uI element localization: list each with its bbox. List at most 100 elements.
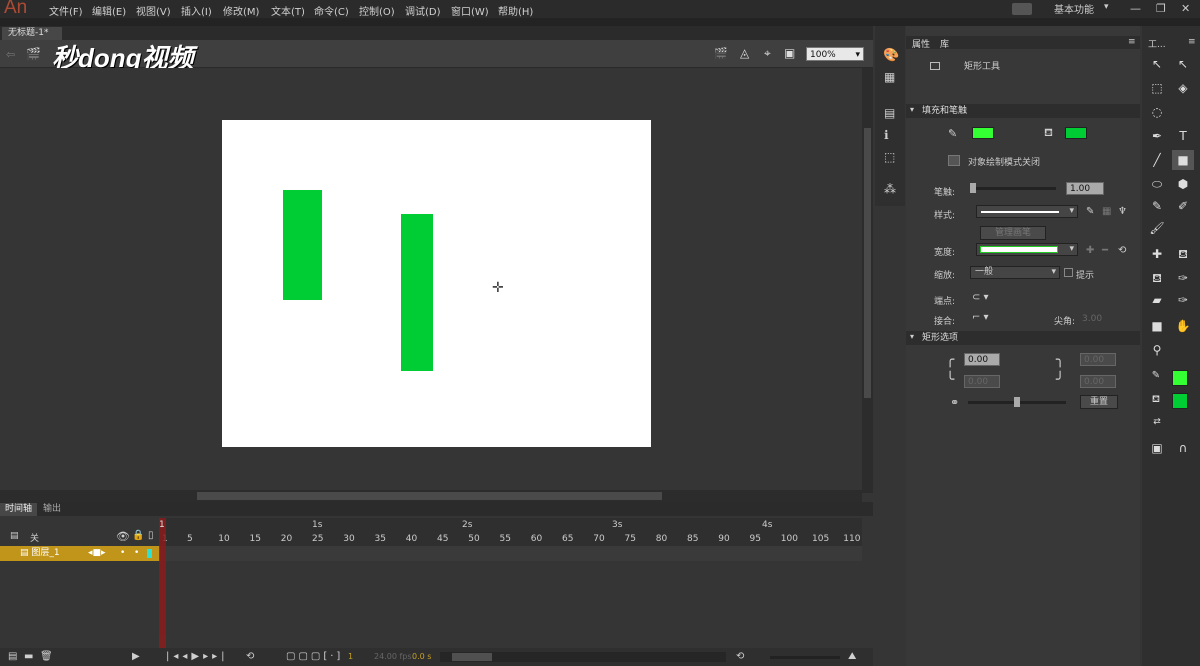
eye-icon[interactable]: 👁 xyxy=(116,530,130,543)
paint-bucket-tool-icon[interactable]: ⛾ xyxy=(1172,244,1194,264)
manage-brushes-button[interactable]: 管理画笔 xyxy=(980,226,1046,240)
loop-icon[interactable]: ⟲ xyxy=(246,651,254,662)
collapse-arrow-icon[interactable]: ▾ xyxy=(910,332,914,341)
zoom-select[interactable]: 100% ▾ xyxy=(806,47,864,61)
stroke-style-select[interactable]: ▾ xyxy=(976,205,1078,218)
paint-brush-icon[interactable]: ♆ xyxy=(1118,206,1127,217)
eyedropper-tool-icon[interactable]: ✑ xyxy=(1172,268,1194,288)
tab-output[interactable]: 输出 xyxy=(38,503,66,516)
reset-width-icon[interactable]: ⟲ xyxy=(1118,245,1126,256)
menu-help[interactable]: 帮助(H) xyxy=(498,3,533,18)
onion-skin-icons[interactable]: ▢▢▢[·] xyxy=(286,651,343,662)
menu-file[interactable]: 文件(F) xyxy=(49,3,83,18)
edit-stroke-style-icon[interactable]: ✎ xyxy=(1086,206,1094,217)
layer-name[interactable]: 图层_1 xyxy=(31,548,59,558)
scale-select[interactable]: 一般 ▾ xyxy=(970,266,1060,279)
info-icon[interactable]: ℹ xyxy=(884,128,889,142)
width-profile-select[interactable]: ▾ xyxy=(976,243,1078,256)
eraser-tool-icon[interactable]: ▰ xyxy=(1146,290,1168,310)
pencil-tool-icon[interactable]: ✎ xyxy=(1146,196,1168,216)
scroll-thumb[interactable] xyxy=(452,653,492,661)
rect-options-section[interactable]: 矩形选项 xyxy=(906,331,1140,345)
menu-insert[interactable]: 插入(I) xyxy=(181,3,212,18)
free-transform-tool-icon[interactable]: ⬚ xyxy=(1146,78,1168,98)
brush-tool-icon[interactable]: ✐ xyxy=(1172,196,1194,216)
new-folder-icon[interactable]: ▬ xyxy=(24,651,33,662)
hand-tool-icon[interactable]: ✋ xyxy=(1172,316,1194,336)
menu-window[interactable]: 窗口(W) xyxy=(451,3,489,18)
join-select-icon[interactable]: ⌐ ▾ xyxy=(972,312,989,323)
green-rectangle[interactable] xyxy=(401,214,433,371)
rectangle-tool-icon[interactable]: ■ xyxy=(1172,150,1194,170)
panel-menu-icon[interactable]: ≡ xyxy=(1188,37,1196,47)
stroke-color-swatch[interactable] xyxy=(1172,370,1188,386)
edit-scene-icon[interactable]: 🎬 xyxy=(714,47,728,60)
tab-timeline[interactable]: 时间轴 xyxy=(0,503,38,516)
zoom-tool-icon[interactable]: ⚲ xyxy=(1146,340,1168,360)
brush-library-icon[interactable]: ▦ xyxy=(1102,206,1111,217)
subselection-tool-icon[interactable]: ↖ xyxy=(1172,54,1194,74)
color-palette-icon[interactable]: 🎨 xyxy=(883,48,899,63)
align-icon[interactable]: ▤ xyxy=(884,106,895,120)
collapse-arrow-icon[interactable]: ▾ xyxy=(910,105,914,114)
lock-icon[interactable]: 🔒 xyxy=(132,530,144,541)
stroke-slider[interactable] xyxy=(970,183,1056,193)
tab-properties[interactable]: 属性 xyxy=(912,37,930,50)
menu-edit[interactable]: 编辑(E) xyxy=(92,3,126,18)
workspace-switcher[interactable]: 基本功能 xyxy=(1054,1,1094,16)
maximize-button[interactable]: ❐ xyxy=(1156,2,1166,15)
ink-bottle-tool-icon[interactable]: ⛾ xyxy=(1146,268,1168,288)
menu-modify[interactable]: 修改(M) xyxy=(223,3,259,18)
corner-radius-tl[interactable]: 0.00 xyxy=(964,353,1000,366)
snap-icon[interactable]: ▣ xyxy=(1146,438,1168,458)
new-layer-icon[interactable]: ▤ xyxy=(8,651,17,662)
center-stage-icon[interactable]: ⌖ xyxy=(764,46,771,61)
link-icon[interactable]: ⚭ xyxy=(950,396,959,409)
frame-row[interactable] xyxy=(160,546,862,561)
playhead[interactable]: 1 xyxy=(159,518,166,664)
add-width-icon[interactable]: ✚ xyxy=(1086,245,1094,256)
edit-symbols-icon[interactable]: ◬ xyxy=(740,46,749,60)
visibility-dot[interactable]: • xyxy=(120,546,125,561)
lasso-tool-icon[interactable]: ◌ xyxy=(1146,102,1168,122)
time-value[interactable]: 0.0 s xyxy=(412,652,431,661)
hint-checkbox[interactable] xyxy=(1064,268,1073,277)
lock-dot[interactable]: • xyxy=(134,546,139,561)
fill-color-swatch[interactable] xyxy=(1065,127,1087,139)
scroll-thumb[interactable] xyxy=(197,492,662,500)
menu-text[interactable]: 文本(T) xyxy=(271,3,305,18)
layer-row[interactable]: ▤ 图层_1 ◂■▸ • • xyxy=(0,546,160,561)
layer-color-swatch[interactable] xyxy=(147,549,152,558)
slider-handle[interactable] xyxy=(970,183,976,193)
slider-handle[interactable] xyxy=(1014,397,1020,407)
outline-icon[interactable]: ▯ xyxy=(148,530,154,541)
keyframe-nav-icon[interactable]: ◂■▸ xyxy=(88,546,106,561)
camera-tool-icon[interactable]: ■ xyxy=(1146,316,1168,336)
scroll-thumb[interactable] xyxy=(864,128,871,398)
swatches-icon[interactable]: ▦ xyxy=(884,70,895,84)
stage[interactable]: ✛ xyxy=(222,120,651,447)
width-tool-icon[interactable]: ✑ xyxy=(1172,290,1194,310)
delete-layer-icon[interactable]: 🗑 xyxy=(40,651,53,662)
chevron-down-icon[interactable]: ▾ xyxy=(1104,2,1109,12)
swap-colors-icon[interactable]: ⇄ xyxy=(1146,412,1168,432)
frame-ruler[interactable]: 1510152025303540455055606570758085909510… xyxy=(160,518,862,546)
cap-select-icon[interactable]: ⊂ ▾ xyxy=(972,292,989,303)
line-tool-icon[interactable]: ╱ xyxy=(1146,150,1168,170)
remove-width-icon[interactable]: ━ xyxy=(1102,245,1108,256)
camera-icon[interactable]: ▶ xyxy=(132,651,140,662)
pen-tool-icon[interactable]: ✒ xyxy=(1146,126,1168,146)
playback-controls[interactable]: |◂◂▶▸▸| xyxy=(166,651,229,662)
3d-rotation-tool-icon[interactable]: ◈ xyxy=(1172,78,1194,98)
vertical-scrollbar[interactable] xyxy=(862,68,873,493)
back-arrow-icon[interactable]: ⇦ xyxy=(6,48,15,61)
stroke-input[interactable]: 1.00 xyxy=(1066,182,1104,195)
fill-stroke-section[interactable]: 填充和笔触 xyxy=(906,104,1140,118)
polystar-tool-icon[interactable]: ⬢ xyxy=(1172,174,1194,194)
refresh-icon[interactable]: ⟲ xyxy=(736,651,744,662)
fps-value[interactable]: 24.00 fps xyxy=(374,652,412,661)
bone-tool-icon[interactable]: ✚ xyxy=(1146,244,1168,264)
reset-button[interactable]: 重置 xyxy=(1080,395,1118,409)
object-drawing-icon[interactable] xyxy=(948,155,960,166)
corner-radius-br[interactable]: 0.00 xyxy=(1080,375,1116,388)
